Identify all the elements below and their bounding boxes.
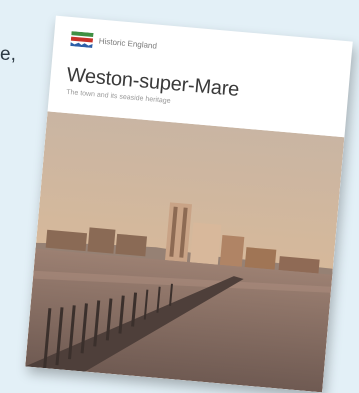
cover-photo — [25, 111, 345, 393]
side-text: e, — [0, 44, 16, 65]
historic-england-logo-icon — [70, 31, 94, 48]
publisher-name: Historic England — [98, 36, 158, 51]
book-cover: Historic England Weston-super-Mare The t… — [25, 15, 353, 393]
publisher-logo: Historic England — [70, 31, 157, 53]
